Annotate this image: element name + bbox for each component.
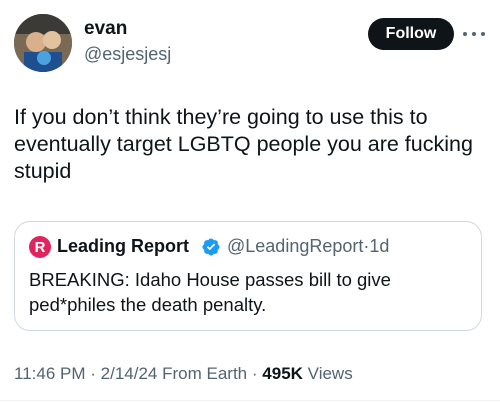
quote-text: BREAKING: Idaho House passes bill to giv… — [29, 269, 391, 315]
separator: · — [90, 364, 96, 383]
author-handle[interactable]: @esjesjesj — [84, 44, 171, 65]
views-label: Views — [307, 364, 353, 383]
tweet-footer: 11:46 PM · 2/14/24 From Earth · 495K Vie… — [14, 364, 353, 384]
tweet-date[interactable]: 2/14/24 — [101, 364, 158, 383]
leading-report-logo[interactable]: R — [29, 236, 51, 258]
dot — [481, 32, 485, 36]
views-count[interactable]: 495K — [262, 364, 303, 383]
quote-author-handle[interactable]: @LeadingReport — [227, 236, 363, 256]
tweet-time[interactable]: 11:46 PM — [14, 364, 86, 383]
tweet-text: If you don’t think they’re going to use … — [14, 105, 473, 183]
more-horizontal-icon[interactable] — [463, 24, 485, 44]
follow-button[interactable]: Follow — [368, 18, 454, 50]
avatar-image — [14, 14, 72, 72]
quoted-tweet[interactable]: R Leading Report @LeadingReport·1d BREAK… — [14, 221, 482, 331]
dot — [463, 32, 467, 36]
quote-author-name[interactable]: Leading Report — [57, 236, 189, 257]
author-name[interactable]: evan — [84, 18, 127, 40]
quote-time[interactable]: 1d — [369, 236, 389, 256]
tweet-source: From Earth — [162, 364, 248, 383]
dot — [472, 32, 476, 36]
quote-meta: @LeadingReport·1d — [227, 236, 389, 257]
separator: · — [251, 364, 258, 383]
avatar[interactable] — [14, 14, 72, 72]
divider — [0, 400, 500, 401]
verified-badge-icon — [202, 238, 220, 256]
